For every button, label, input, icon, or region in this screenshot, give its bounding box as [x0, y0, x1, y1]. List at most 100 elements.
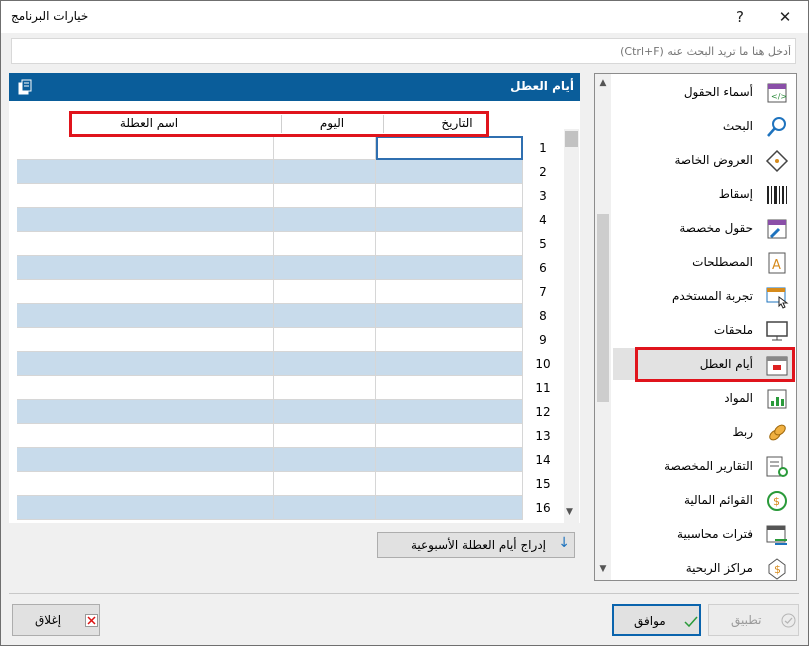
table-row	[17, 352, 523, 376]
date-cell[interactable]	[376, 328, 523, 352]
columns-highlight	[69, 111, 489, 137]
nav-item[interactable]: ملحقات	[613, 314, 795, 346]
date-cell[interactable]	[376, 352, 523, 376]
holiday-name-cell[interactable]	[17, 472, 274, 496]
scroll-down-icon[interactable]: ▼	[597, 564, 609, 574]
nav-item[interactable]: فترات محاسبية	[613, 518, 795, 550]
nav-item[interactable]: التقارير المخصصة	[613, 450, 795, 482]
date-cell[interactable]	[376, 256, 523, 280]
day-cell[interactable]	[274, 280, 376, 304]
holiday-name-cell[interactable]	[17, 376, 274, 400]
date-cell[interactable]	[376, 304, 523, 328]
day-cell[interactable]	[274, 472, 376, 496]
apply-check-icon	[781, 613, 796, 628]
ok-button[interactable]: موافق	[612, 604, 701, 636]
insert-weekly-holidays-button[interactable]: إدراج أيام العطلة الأسبوعية ↓	[377, 532, 575, 558]
close-window-button[interactable]: ✕	[771, 5, 799, 29]
holiday-name-cell[interactable]	[17, 400, 274, 424]
holiday-name-cell[interactable]	[17, 232, 274, 256]
nav-item-label: حقول مخصصة	[679, 221, 753, 235]
date-cell[interactable]	[376, 424, 523, 448]
table-row	[17, 400, 523, 424]
day-cell[interactable]	[274, 496, 376, 520]
search-box[interactable]	[11, 38, 796, 64]
day-cell[interactable]	[274, 352, 376, 376]
copy-document-icon[interactable]	[17, 79, 33, 95]
row-number: 2	[539, 165, 547, 179]
user-experience-icon	[766, 287, 789, 309]
day-cell[interactable]	[274, 256, 376, 280]
holiday-name-cell[interactable]	[17, 184, 274, 208]
day-cell[interactable]	[274, 160, 376, 184]
date-cell[interactable]	[376, 376, 523, 400]
day-cell[interactable]	[274, 184, 376, 208]
day-cell[interactable]	[274, 400, 376, 424]
table-row	[17, 448, 523, 472]
apply-button[interactable]: تطبيق	[708, 604, 799, 636]
row-number: 16	[535, 501, 551, 515]
table-row	[17, 136, 523, 160]
date-cell[interactable]	[376, 184, 523, 208]
date-cell[interactable]	[376, 496, 523, 520]
nav-item[interactable]: البحث	[613, 110, 795, 142]
close-button[interactable]: إغلاق	[12, 604, 100, 636]
day-cell[interactable]	[274, 376, 376, 400]
date-cell[interactable]	[376, 160, 523, 184]
help-button[interactable]: ?	[726, 5, 754, 29]
checkmark-icon	[684, 616, 698, 628]
nav-item[interactable]: تجربة المستخدم	[613, 280, 795, 312]
scroll-up-icon[interactable]: ▲	[597, 78, 609, 88]
holiday-name-cell[interactable]	[17, 424, 274, 448]
nav-item-label: البحث	[722, 119, 753, 133]
date-cell[interactable]	[376, 448, 523, 472]
holiday-name-cell[interactable]	[17, 208, 274, 232]
row-number: 8	[539, 309, 547, 323]
nav-item[interactable]: ربط	[613, 416, 795, 448]
nav-scrollbar-thumb[interactable]	[597, 214, 609, 402]
row-number: 10	[535, 357, 551, 371]
day-cell[interactable]	[274, 232, 376, 256]
holiday-name-cell[interactable]	[17, 328, 274, 352]
day-cell[interactable]	[274, 424, 376, 448]
holiday-name-cell[interactable]	[17, 304, 274, 328]
table-row	[17, 208, 523, 232]
nav-item[interactable]: أسماء الحقول </>	[613, 76, 795, 108]
nav-item-label: ربط	[732, 425, 753, 439]
scroll-down-icon[interactable]: ▼	[566, 507, 573, 517]
holiday-name-cell[interactable]	[17, 496, 274, 520]
nav-item[interactable]: المواد	[613, 382, 795, 414]
date-cell[interactable]	[376, 136, 523, 160]
nav-item-label: أسماء الحقول	[683, 85, 753, 99]
day-cell[interactable]	[274, 208, 376, 232]
day-cell[interactable]	[274, 304, 376, 328]
holiday-name-cell[interactable]	[17, 280, 274, 304]
holiday-name-cell[interactable]	[17, 256, 274, 280]
nav-item[interactable]: القوائم المالية $	[613, 484, 795, 516]
date-cell[interactable]	[376, 208, 523, 232]
nav-item[interactable]: العروض الخاصة	[613, 144, 795, 176]
day-cell[interactable]	[274, 448, 376, 472]
search-input[interactable]	[16, 41, 791, 61]
date-cell[interactable]	[376, 232, 523, 256]
holiday-name-cell[interactable]	[17, 448, 274, 472]
row-number: 14	[535, 453, 551, 467]
holiday-name-cell[interactable]	[17, 160, 274, 184]
date-cell[interactable]	[376, 472, 523, 496]
day-cell[interactable]	[274, 136, 376, 160]
nav-item[interactable]: إسقاط	[613, 178, 795, 210]
nav-item[interactable]: مراكز الربحية $	[613, 552, 795, 584]
holiday-name-cell[interactable]	[17, 136, 274, 160]
holiday-name-cell[interactable]	[17, 352, 274, 376]
nav-item[interactable]: المصطلحات A	[613, 246, 795, 278]
grid-scrollbar[interactable]: ▼	[564, 129, 579, 523]
row-number: 13	[535, 429, 551, 443]
nav-item[interactable]: حقول مخصصة	[613, 212, 795, 244]
nav-scrollbar[interactable]: ▲ ▼	[595, 74, 611, 580]
grid-scrollbar-thumb[interactable]	[565, 131, 578, 147]
day-cell[interactable]	[274, 328, 376, 352]
nav-item-label: التقارير المخصصة	[664, 459, 753, 473]
date-cell[interactable]	[376, 280, 523, 304]
date-cell[interactable]	[376, 400, 523, 424]
svg-text:$: $	[773, 495, 780, 508]
panel-title: أيام العطل	[510, 79, 574, 93]
